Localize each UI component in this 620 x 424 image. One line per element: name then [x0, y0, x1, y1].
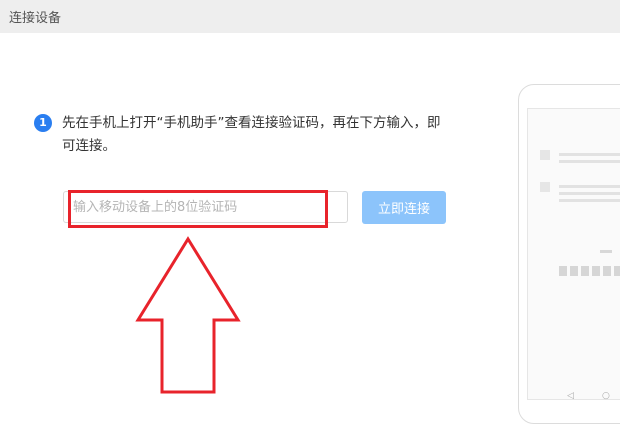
- phone-screen: [527, 108, 620, 400]
- title-bar: 连接设备: [0, 0, 620, 33]
- placeholder-line: [559, 160, 620, 163]
- placeholder-dash: [600, 250, 612, 253]
- code-cell-placeholder: [603, 266, 611, 276]
- placeholder-icon: [540, 150, 550, 160]
- placeholder-line: [559, 192, 620, 195]
- instruction-text: 先在手机上打开“手机助手”查看连接验证码，再在下方输入，即可连接。: [62, 115, 441, 154]
- code-cell-placeholder: [559, 266, 567, 276]
- placeholder-icon: [540, 182, 550, 192]
- code-cell-placeholder: [581, 266, 589, 276]
- verification-code-input[interactable]: [63, 191, 348, 223]
- phone-illustration: ◁ ○: [518, 84, 620, 424]
- code-cell-placeholder: [592, 266, 600, 276]
- back-icon: ◁: [567, 391, 574, 401]
- placeholder-line: [559, 153, 620, 156]
- placeholder-line: [559, 185, 620, 188]
- code-cell-placeholder: [570, 266, 578, 276]
- code-cell-placeholder: [614, 266, 620, 276]
- home-icon: ○: [602, 391, 610, 401]
- step-number-badge: 1: [34, 114, 52, 132]
- up-arrow-annotation: [135, 236, 241, 394]
- placeholder-line: [559, 199, 620, 202]
- connect-now-button[interactable]: 立即连接: [362, 191, 446, 224]
- window-title: 连接设备: [9, 11, 62, 26]
